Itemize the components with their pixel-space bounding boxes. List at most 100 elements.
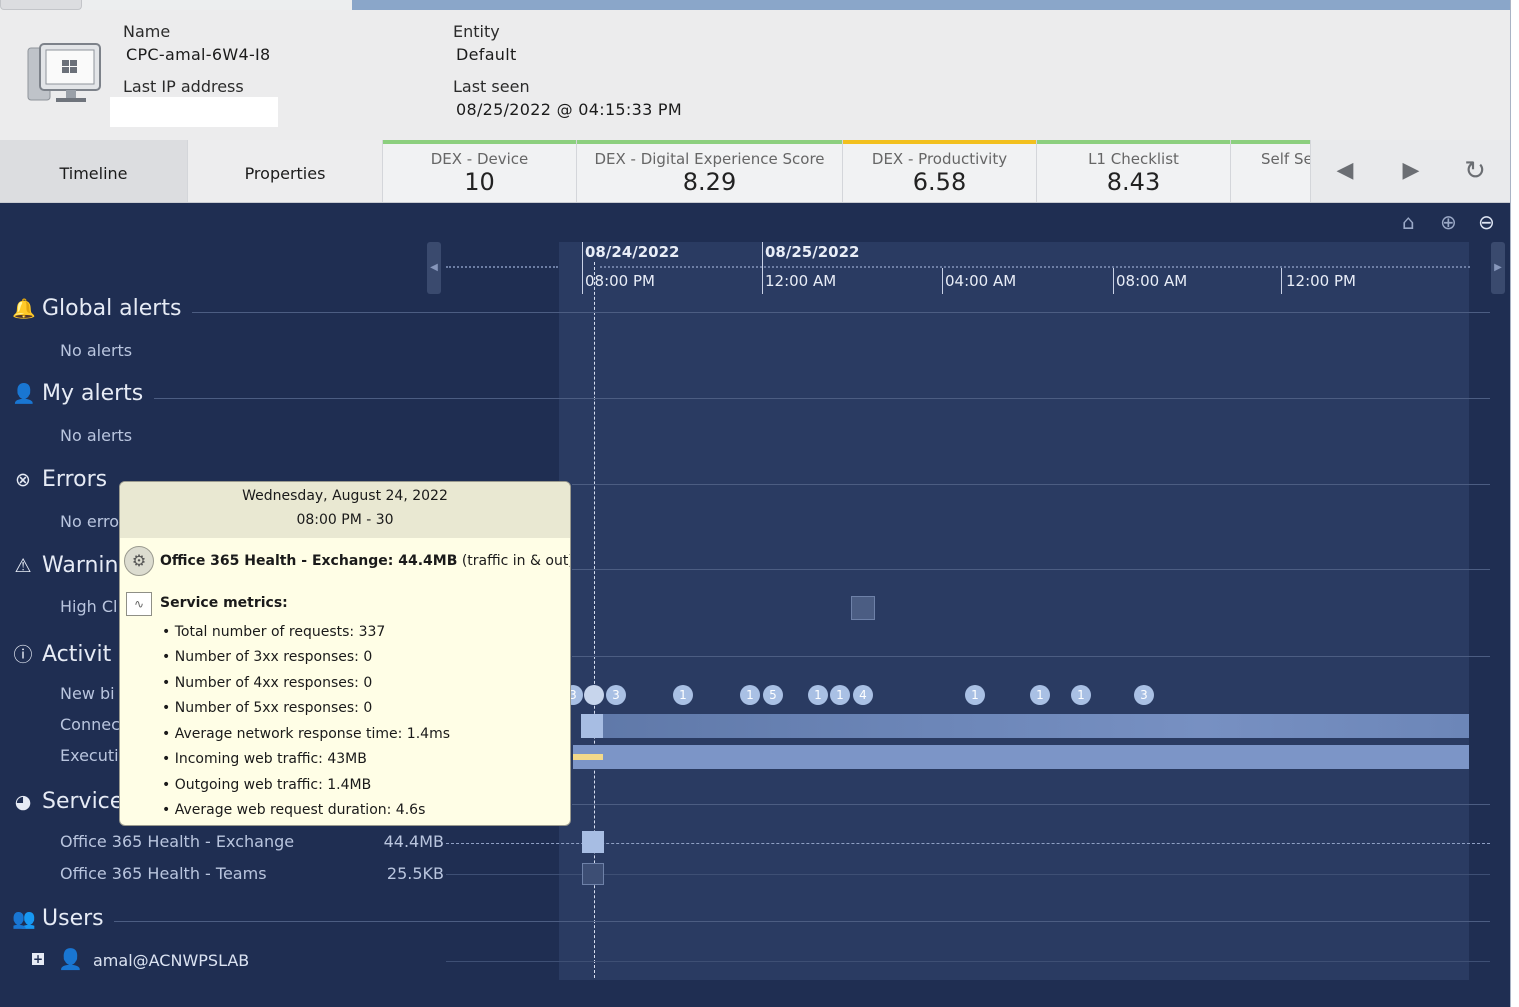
user-row-line xyxy=(446,961,1490,962)
section-errors[interactable]: ⊗ Errors xyxy=(12,467,107,492)
axis-tick xyxy=(1281,268,1282,294)
service-marker[interactable] xyxy=(582,831,604,853)
event-bubble[interactable]: 1 xyxy=(830,685,850,705)
last-seen-value: 08/25/2022 @ 04:15:33 PM xyxy=(456,100,682,119)
event-bubble[interactable]: 1 xyxy=(965,685,985,705)
score-label: DEX - Device xyxy=(430,150,529,168)
users-icon: 👥 xyxy=(12,908,36,930)
activity-row-label: Executi xyxy=(60,746,119,765)
timeline-minor-ticks xyxy=(600,266,1470,269)
score-tab-self-service[interactable]: Self Se xyxy=(1231,140,1311,202)
scroll-left-button[interactable]: ◀ xyxy=(1328,154,1362,188)
axis-time-label: 12:00 PM xyxy=(1286,272,1356,290)
section-services[interactable]: ◕ Service xyxy=(12,789,124,814)
score-tab-l1-checklist[interactable]: L1 Checklist 8.43 xyxy=(1037,140,1231,202)
service-name[interactable]: Office 365 Health - Teams xyxy=(60,864,267,883)
score-value: 8.43 xyxy=(1106,168,1161,196)
tab-properties[interactable]: Properties xyxy=(188,140,383,202)
score-label: Self Se xyxy=(1261,150,1311,168)
tooltip-title: Office 365 Health - Exchange: 44.4MB (tr… xyxy=(160,553,570,569)
tooltip-metric: • Average network response time: 1.4ms xyxy=(162,726,450,742)
zoom-in-icon[interactable]: ⊕ xyxy=(1440,210,1457,234)
executions-activity-bar[interactable] xyxy=(573,745,1469,769)
refresh-icon[interactable]: ↻ xyxy=(1458,154,1492,188)
section-my-alerts[interactable]: 👤 My alerts xyxy=(12,381,143,406)
tooltip-metric: • Outgoing web traffic: 1.4MB xyxy=(162,777,372,793)
gauge-icon: ◕ xyxy=(14,791,32,813)
section-title: Warnin xyxy=(42,553,119,578)
tab-timeline[interactable]: Timeline xyxy=(0,140,188,202)
event-tooltip: Wednesday, August 24, 2022 08:00 PM - 30… xyxy=(119,481,571,826)
event-bubble[interactable]: 1 xyxy=(808,685,828,705)
divider xyxy=(192,312,1490,313)
scroll-right-button[interactable]: ▶ xyxy=(1394,154,1428,188)
divider xyxy=(572,569,1490,570)
divider xyxy=(114,921,1490,922)
service-value: 25.5KB xyxy=(386,864,444,883)
info-circle-icon: ⓘ xyxy=(13,644,33,666)
window-tab-active xyxy=(352,0,1519,10)
score-value: 6.58 xyxy=(912,168,967,196)
section-warnings[interactable]: ⚠ Warnin xyxy=(12,553,118,578)
tooltip-title-bold: Office 365 Health - Exchange: 44.4MB xyxy=(160,553,458,569)
axis-time-label: 08:00 PM xyxy=(585,272,655,290)
section-title: Service xyxy=(42,789,124,814)
tab-properties-label: Properties xyxy=(244,164,326,183)
event-bubble[interactable]: 3 xyxy=(606,685,626,705)
user-name[interactable]: amal@ACNWPSLAB xyxy=(93,951,249,970)
section-global-alerts[interactable]: 🔔 Global alerts xyxy=(12,296,181,321)
executions-highlight xyxy=(573,754,603,760)
tooltip-header: Wednesday, August 24, 2022 08:00 PM - 30 xyxy=(120,482,570,538)
timeline-scroll-left[interactable]: ◀ xyxy=(427,242,441,294)
score-tab-dex-productivity[interactable]: DEX - Productivity 6.58 xyxy=(843,140,1037,202)
tooltip-title-rest: (traffic in & out) xyxy=(457,553,571,569)
timeline-plot-area xyxy=(559,242,1469,980)
warning-marker[interactable] xyxy=(851,596,875,620)
axis-date-label: 08/25/2022 xyxy=(765,243,860,261)
tooltip-metric: • Total number of requests: 337 xyxy=(162,624,386,640)
bell-icon: 🔔 xyxy=(12,298,36,320)
event-bubble[interactable]: 5 xyxy=(763,685,783,705)
event-bubble[interactable]: 1 xyxy=(1030,685,1050,705)
score-tab-dex-device[interactable]: DEX - Device 10 xyxy=(383,140,577,202)
event-bubble[interactable]: 1 xyxy=(1071,685,1091,705)
window-right-edge xyxy=(1510,0,1519,1007)
service-name[interactable]: Office 365 Health - Exchange xyxy=(60,832,294,851)
event-bubble[interactable]: 1 xyxy=(673,685,693,705)
last-seen-label: Last seen xyxy=(453,77,530,96)
event-bubble[interactable]: 1 xyxy=(740,685,760,705)
event-bubble[interactable] xyxy=(584,685,604,705)
tooltip-metric: • Number of 5xx responses: 0 xyxy=(162,700,373,716)
expand-icon[interactable]: + xyxy=(32,953,44,965)
divider xyxy=(572,804,1490,805)
warning-row: High Cl xyxy=(60,597,118,616)
event-bubble[interactable]: 3 xyxy=(1134,685,1154,705)
entity-label: Entity xyxy=(453,22,500,41)
score-value: 8.29 xyxy=(682,168,737,196)
axis-time-label: 08:00 AM xyxy=(1116,272,1188,290)
global-alerts-empty: No alerts xyxy=(60,341,133,360)
axis-tick xyxy=(942,268,943,294)
ip-label: Last IP address xyxy=(123,77,244,96)
section-activity[interactable]: ⓘ Activit xyxy=(12,640,111,667)
window-tab[interactable] xyxy=(0,0,82,10)
divider xyxy=(154,398,1490,399)
user-alert-icon: 👤 xyxy=(12,383,36,405)
tooltip-metric: • Average web request duration: 4.6s xyxy=(162,802,426,818)
section-users[interactable]: 👥 Users xyxy=(12,906,104,931)
zoom-out-icon[interactable]: ⊖ xyxy=(1478,210,1495,234)
metrics-chart-icon: ∿ xyxy=(126,592,152,616)
score-tab-dex-digital-experience[interactable]: DEX - Digital Experience Score 8.29 xyxy=(577,140,843,202)
score-label: DEX - Productivity xyxy=(871,150,1008,168)
section-title: Global alerts xyxy=(42,296,182,321)
connections-activity-bar[interactable] xyxy=(581,714,1469,738)
event-bubble[interactable]: 4 xyxy=(853,685,873,705)
tooltip-metric: • Incoming web traffic: 43MB xyxy=(162,751,367,767)
divider xyxy=(572,656,1490,657)
name-label: Name xyxy=(123,22,171,41)
axis-tick xyxy=(582,242,583,294)
service-marker[interactable] xyxy=(582,863,604,885)
timeline-scroll-right[interactable]: ▶ xyxy=(1491,242,1505,294)
axis-date-label: 08/24/2022 xyxy=(585,243,680,261)
home-icon[interactable]: ⌂ xyxy=(1402,210,1415,234)
